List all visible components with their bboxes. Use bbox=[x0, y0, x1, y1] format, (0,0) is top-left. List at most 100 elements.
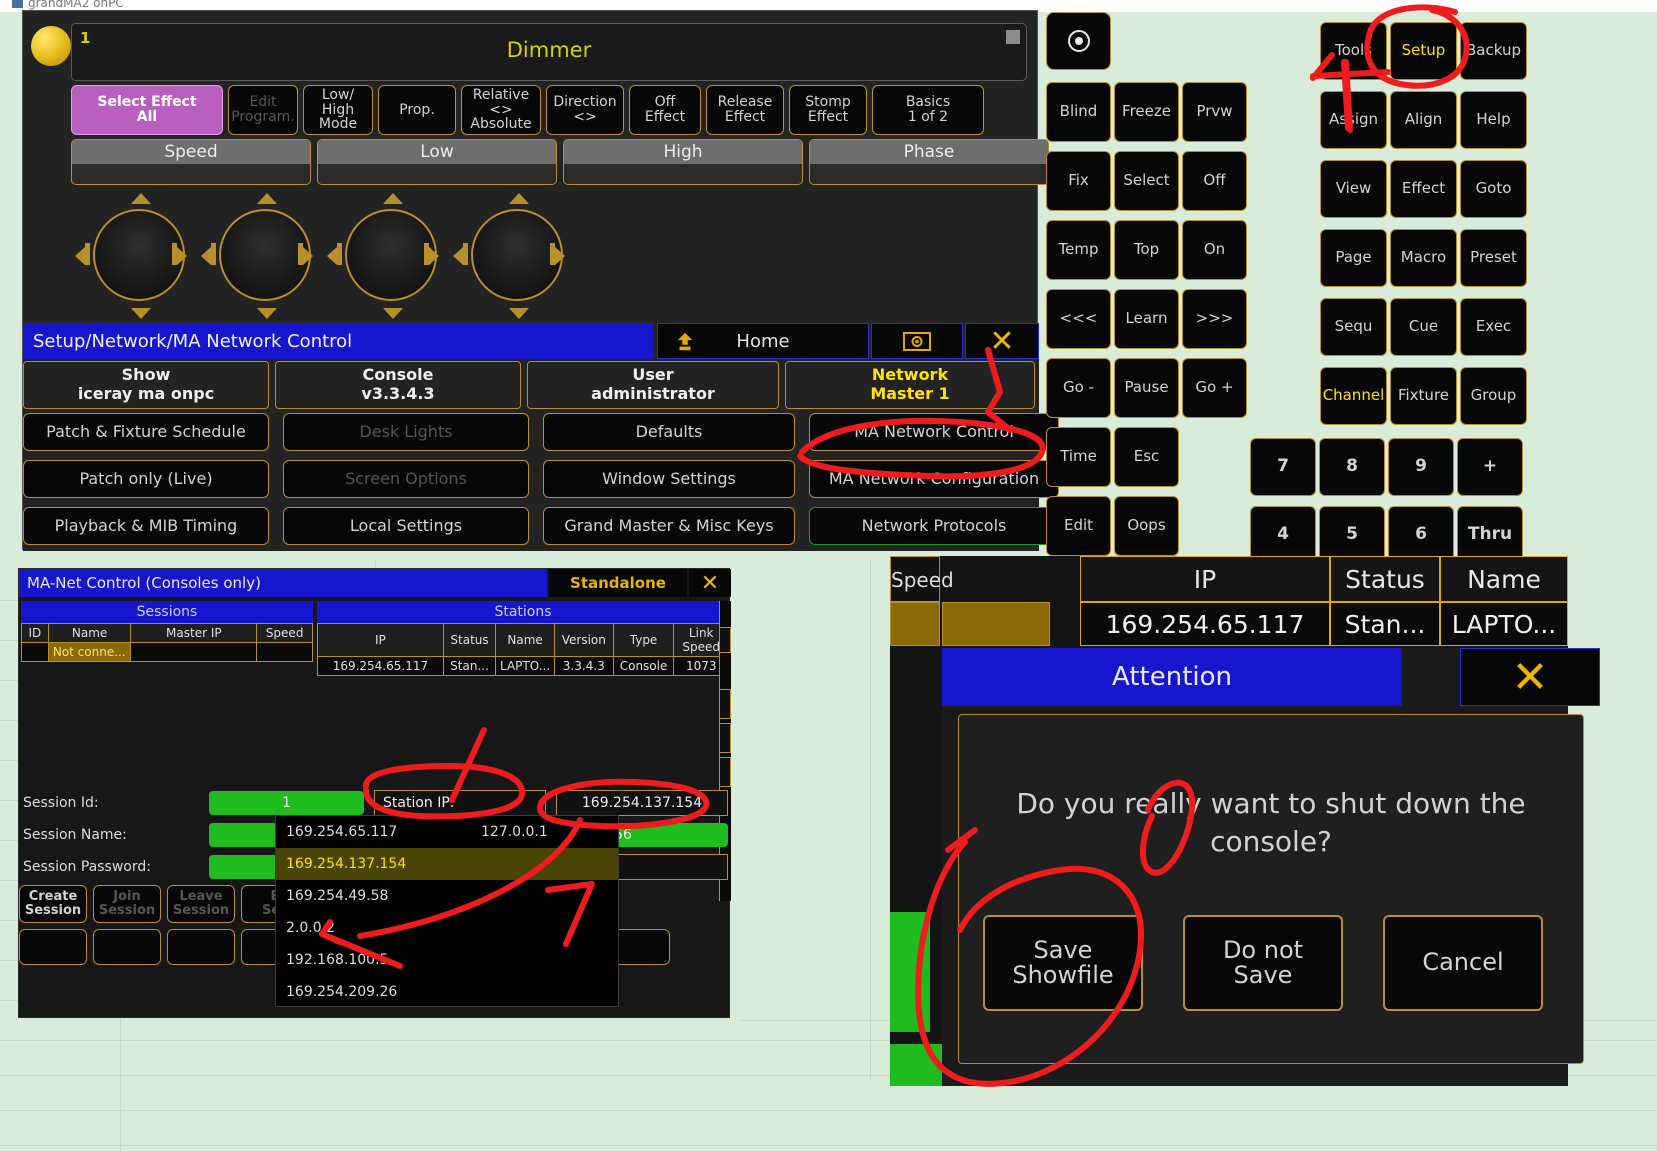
key-blind[interactable]: Blind bbox=[1046, 82, 1111, 142]
session-id-value[interactable]: 1 bbox=[209, 791, 364, 815]
table-cell[interactable] bbox=[21, 642, 49, 662]
key-backup[interactable]: Backup bbox=[1460, 22, 1527, 80]
setup-info-console[interactable]: Console v3.3.4.3 bbox=[275, 361, 521, 409]
column-header[interactable]: IP bbox=[317, 623, 444, 657]
session-action-2[interactable]: Leave Session bbox=[167, 885, 235, 923]
key-top[interactable]: Top bbox=[1114, 220, 1179, 280]
key-prvw[interactable]: Prvw bbox=[1182, 82, 1247, 142]
setup-info-user[interactable]: User administrator bbox=[527, 361, 779, 409]
sessions-table[interactable]: ID Name Master IP Speed Not conne... bbox=[21, 623, 313, 662]
ip-option-3[interactable]: 2.0.0.2 bbox=[276, 912, 618, 944]
key-page[interactable]: Page bbox=[1320, 229, 1387, 287]
numpad-key-8[interactable]: 8 bbox=[1319, 438, 1385, 496]
effect-button-2[interactable]: Low/ High Mode bbox=[303, 85, 373, 135]
key-off[interactable]: Off bbox=[1182, 151, 1247, 211]
column-header[interactable]: Status bbox=[442, 623, 497, 657]
effect-button-0[interactable]: Select Effect All bbox=[71, 85, 223, 135]
key-select[interactable]: Select bbox=[1114, 151, 1179, 211]
ip-option-2[interactable]: 169.254.49.58 bbox=[276, 880, 618, 912]
key-goto[interactable]: Goto bbox=[1460, 160, 1527, 218]
encoder-label-box-3[interactable]: Phase bbox=[809, 139, 1049, 185]
setup-button-5[interactable]: Screen Options bbox=[283, 460, 529, 498]
ip-option-0[interactable]: 169.254.65.117 127.0.0.1 bbox=[276, 816, 618, 848]
numpad-key-7[interactable]: 7 bbox=[1250, 438, 1316, 496]
setup-info-show[interactable]: Show iceray ma onpc bbox=[23, 361, 269, 409]
attention-button-2[interactable]: Cancel bbox=[1383, 915, 1543, 1011]
encoder-label-box-1[interactable]: Low bbox=[317, 139, 557, 185]
setup-button-8[interactable]: Playback & MIB Timing bbox=[23, 507, 269, 545]
action-slot[interactable] bbox=[19, 929, 87, 965]
ip-option-5[interactable]: 169.254.209.26 bbox=[276, 976, 618, 1008]
encoder-wheel[interactable] bbox=[71, 191, 191, 319]
key-channel[interactable]: Channel bbox=[1320, 367, 1387, 425]
setup-button-10[interactable]: Grand Master & Misc Keys bbox=[543, 507, 795, 545]
key-edit[interactable]: Edit bbox=[1046, 496, 1111, 556]
master-dot-button[interactable] bbox=[1046, 12, 1111, 70]
effect-button-3[interactable]: Prop. bbox=[378, 85, 456, 135]
attention-close-button[interactable]: ✕ bbox=[1460, 648, 1600, 706]
encoder-label-box-2[interactable]: High bbox=[563, 139, 803, 185]
column-header[interactable]: ID bbox=[21, 623, 49, 643]
table-cell[interactable]: Console bbox=[612, 656, 675, 676]
key-assign[interactable]: Assign bbox=[1320, 91, 1387, 149]
setup-button-0[interactable]: Patch & Fixture Schedule bbox=[23, 413, 269, 451]
setup-button-4[interactable]: Patch only (Live) bbox=[23, 460, 269, 498]
resize-handle[interactable] bbox=[1006, 30, 1020, 44]
encoder-wheel[interactable] bbox=[323, 191, 443, 319]
effect-button-8[interactable]: Stomp Effect bbox=[789, 85, 867, 135]
ip-option-4[interactable]: 192.168.100.5 bbox=[276, 944, 618, 976]
setup-button-3[interactable]: MA Network Control bbox=[809, 413, 1059, 451]
table-cell[interactable] bbox=[256, 642, 313, 662]
key-sequ[interactable]: Sequ bbox=[1320, 298, 1387, 356]
home-button[interactable]: Home bbox=[657, 323, 869, 359]
action-slot[interactable] bbox=[167, 929, 235, 965]
key-exec[interactable]: Exec bbox=[1460, 298, 1527, 356]
table-row[interactable]: 169.254.65.117 Stan... LAPTO... 3.3.4.3 Cons… bbox=[317, 656, 729, 676]
attention-button-0[interactable]: Save Showfile bbox=[983, 915, 1143, 1011]
key-macro[interactable]: Macro bbox=[1390, 229, 1457, 287]
close-setup-button[interactable]: ✕ bbox=[965, 323, 1039, 359]
key-go[interactable]: Go - bbox=[1046, 358, 1111, 418]
numpad-key-+[interactable]: + bbox=[1457, 438, 1523, 496]
action-slot[interactable] bbox=[93, 929, 161, 965]
close-ma-net-button[interactable]: ✕ bbox=[689, 569, 731, 597]
key-esc[interactable]: Esc bbox=[1114, 427, 1179, 487]
setup-button-9[interactable]: Local Settings bbox=[283, 507, 529, 545]
key-pause[interactable]: Pause bbox=[1114, 358, 1179, 418]
column-header[interactable]: Name bbox=[47, 623, 132, 643]
session-action-0[interactable]: Create Session bbox=[19, 885, 87, 923]
key-[interactable]: >>> bbox=[1182, 289, 1247, 349]
key-group[interactable]: Group bbox=[1460, 367, 1527, 425]
effect-button-6[interactable]: Off Effect bbox=[629, 85, 701, 135]
table-row[interactable]: Not conne... bbox=[21, 642, 313, 662]
setup-button-2[interactable]: Defaults bbox=[543, 413, 795, 451]
table-cell[interactable]: Stan... bbox=[442, 656, 497, 676]
setup-button-11[interactable]: Network Protocols bbox=[809, 507, 1059, 545]
station-ip-value[interactable]: 169.254.137.154 bbox=[556, 790, 728, 816]
key-learn[interactable]: Learn bbox=[1114, 289, 1179, 349]
key-setup[interactable]: Setup bbox=[1390, 22, 1457, 80]
key-[interactable]: <<< bbox=[1046, 289, 1111, 349]
ip-option-secondary[interactable]: 127.0.0.1 bbox=[481, 816, 548, 848]
key-help[interactable]: Help bbox=[1460, 91, 1527, 149]
key-temp[interactable]: Temp bbox=[1046, 220, 1111, 280]
key-fix[interactable]: Fix bbox=[1046, 151, 1111, 211]
key-tools[interactable]: Tools bbox=[1320, 22, 1387, 80]
key-on[interactable]: On bbox=[1182, 220, 1247, 280]
table-cell[interactable]: 3.3.4.3 bbox=[553, 656, 614, 676]
key-align[interactable]: Align bbox=[1390, 91, 1457, 149]
key-time[interactable]: Time bbox=[1046, 427, 1111, 487]
encoder-wheel[interactable] bbox=[449, 191, 569, 319]
setup-button-1[interactable]: Desk Lights bbox=[283, 413, 529, 451]
screenshot-button[interactable] bbox=[871, 323, 963, 359]
setup-button-7[interactable]: MA Network Configuration bbox=[809, 460, 1059, 498]
effect-button-5[interactable]: Direction <> bbox=[546, 85, 624, 135]
column-header[interactable]: Version bbox=[553, 623, 614, 657]
key-go[interactable]: Go + bbox=[1182, 358, 1247, 418]
attention-button-1[interactable]: Do not Save bbox=[1183, 915, 1343, 1011]
table-cell[interactable]: Not conne... bbox=[47, 642, 132, 662]
key-fixture[interactable]: Fixture bbox=[1390, 367, 1457, 425]
station-ip-dropdown[interactable]: 169.254.65.117 127.0.0.1 169.254.137.154 16… bbox=[275, 815, 619, 1007]
session-action-1[interactable]: Join Session bbox=[93, 885, 161, 923]
key-freeze[interactable]: Freeze bbox=[1114, 82, 1179, 142]
